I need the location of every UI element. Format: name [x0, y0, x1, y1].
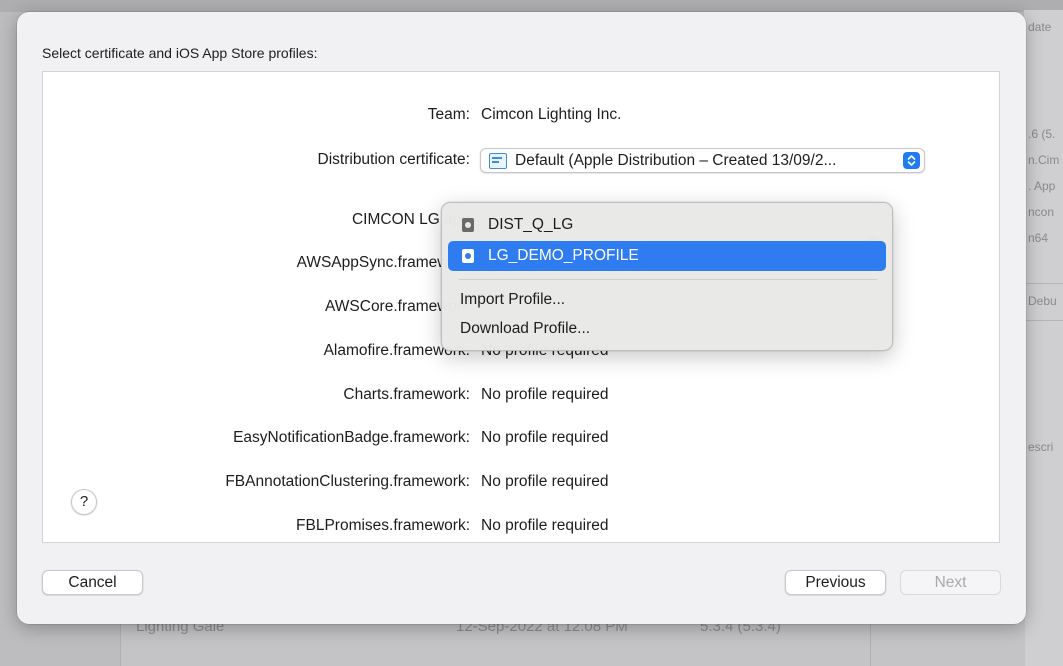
background-inspector-panel: [1024, 10, 1063, 666]
background-inspector-text: Debu: [1028, 294, 1057, 308]
app-profile-menu: DIST_Q_LG LG_DEMO_PROFILE Import Profile…: [441, 202, 893, 351]
background-inspector-text: escri: [1028, 440, 1054, 454]
menu-item-label: LG_DEMO_PROFILE: [488, 247, 639, 264]
background-inspector-text: ncon: [1028, 205, 1055, 219]
distribution-certificate-value: Default (Apple Distribution – Created 13…: [515, 152, 837, 169]
charts-profile-value: No profile required: [481, 386, 609, 403]
background-inspector-text: . App: [1028, 179, 1056, 193]
background-divider: [1024, 283, 1063, 284]
easynotificationbadge-profile-value: No profile required: [481, 429, 609, 446]
fbannotationclustering-profile-value: No profile required: [481, 473, 609, 490]
certificate-icon: [489, 153, 507, 169]
background-inspector-text: n64: [1028, 231, 1049, 245]
menu-item-dist-q-lg[interactable]: DIST_Q_LG: [448, 210, 886, 240]
sheet-heading: Select certificate and iOS App Store pro…: [42, 45, 318, 61]
help-button[interactable]: ?: [71, 489, 97, 515]
previous-button[interactable]: Previous: [785, 570, 886, 595]
distribution-certificate-popup[interactable]: Default (Apple Distribution – Created 13…: [480, 148, 925, 173]
menu-separator: [459, 279, 877, 280]
popup-chevron-icon: [903, 152, 920, 169]
download-profile-menu-item[interactable]: Download Profile...: [460, 320, 590, 338]
label-column: Team: Distribution certificate: CIMCON L…: [43, 72, 470, 542]
provisioning-profile-icon: [462, 218, 474, 232]
background-inspector-text: date: [1028, 20, 1052, 34]
team-label: Team:: [427, 106, 470, 123]
background-divider: [1024, 320, 1063, 321]
cancel-button[interactable]: Cancel: [42, 570, 143, 595]
fblpromises-profile-label: FBLPromises.framework:: [296, 517, 470, 534]
team-value: Cimcon Lighting Inc.: [481, 106, 622, 123]
provisioning-profile-icon: [462, 249, 474, 263]
fbannotationclustering-profile-label: FBAnnotationClustering.framework:: [225, 473, 470, 490]
menu-item-lg-demo-profile[interactable]: LG_DEMO_PROFILE: [448, 241, 886, 271]
fblpromises-profile-value: No profile required: [481, 517, 609, 534]
background-inspector-text: .6 (5.: [1028, 127, 1056, 141]
background-toolbar: [0, 0, 1063, 12]
next-button[interactable]: Next: [900, 570, 1001, 595]
charts-profile-label: Charts.framework:: [343, 386, 470, 403]
import-profile-menu-item[interactable]: Import Profile...: [460, 291, 565, 309]
distribution-certificate-label: Distribution certificate:: [317, 151, 470, 168]
background-inspector-text: n.Cim: [1028, 153, 1060, 167]
menu-item-label: DIST_Q_LG: [488, 216, 574, 233]
easynotificationbadge-profile-label: EasyNotificationBadge.framework:: [233, 429, 470, 446]
